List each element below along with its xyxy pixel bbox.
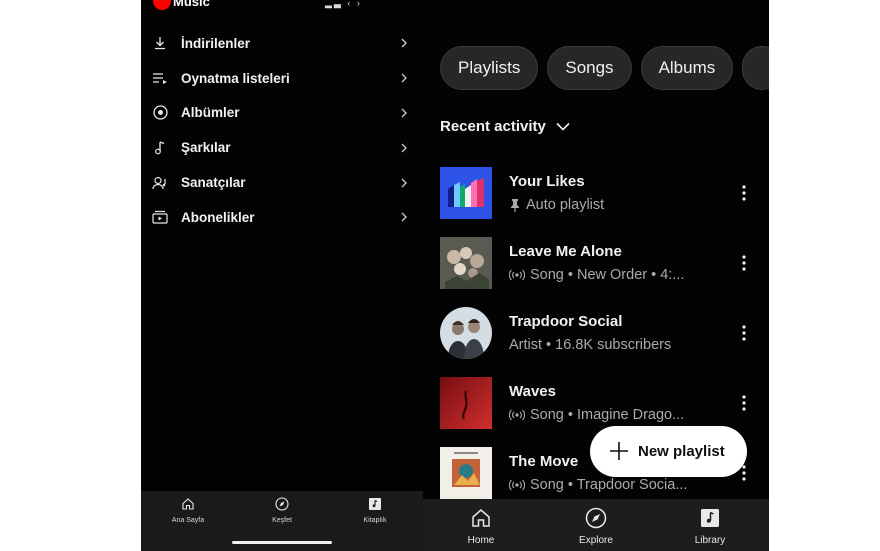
- new-playlist-button[interactable]: New playlist: [590, 426, 747, 477]
- nav-label: Explore: [579, 535, 613, 546]
- item-subtitle-row: Song • New Order • 4:...: [509, 267, 684, 283]
- item-subtitle: Song • Imagine Drago...: [530, 407, 685, 423]
- list-item[interactable]: Leave Me Alone Song • New Order • 4:...: [440, 237, 769, 307]
- nav-label: Library: [694, 535, 726, 546]
- youtube-music-logo[interactable]: [153, 0, 171, 10]
- item-subtitle: Artist • 16.8K subscribers: [509, 337, 672, 353]
- download-icon: [152, 35, 168, 51]
- more-options-icon[interactable]: [740, 394, 748, 412]
- music-note-icon: [152, 140, 168, 156]
- app-name: Music: [173, 0, 210, 9]
- chevron-right-icon: [401, 108, 407, 118]
- chevron-right-icon: [401, 73, 407, 83]
- item-subtitle-row: Song • Trapdoor Socia...: [509, 477, 687, 493]
- nav-explore[interactable]: Explore: [556, 507, 636, 546]
- radio-icon: [509, 479, 525, 491]
- item-subtitle: Auto playlist: [526, 197, 605, 213]
- item-title: Trapdoor Social: [509, 313, 623, 330]
- chevron-right-icon: [401, 178, 407, 188]
- menu-item-label: İndirilenler: [181, 35, 251, 51]
- item-subtitle: Song • New Order • 4:...: [530, 267, 685, 283]
- chip-more[interactable]: [742, 46, 769, 90]
- recent-activity-label: Recent activity: [440, 118, 546, 135]
- nav-library[interactable]: Kitaplık: [345, 497, 405, 524]
- menu-item-label: Abonelikler: [181, 209, 255, 225]
- item-subtitle: Song • Trapdoor Socia...: [530, 477, 688, 493]
- more-options-icon[interactable]: [740, 324, 748, 342]
- item-title: Leave Me Alone: [509, 243, 622, 260]
- artist-icon: [152, 175, 168, 191]
- the-move-thumbnail: [440, 447, 492, 499]
- leave-me-alone-thumbnail: [440, 237, 492, 289]
- menu-item-songs[interactable]: Şarkılar: [141, 130, 423, 165]
- item-title: The Move: [509, 453, 579, 470]
- nav-label: Keşfet: [272, 517, 292, 524]
- left-phone-screen: Music ▂▃ ‹ › İndirilenler Oynatma listel…: [141, 0, 423, 551]
- more-options-icon[interactable]: [740, 184, 748, 202]
- compass-icon: [275, 497, 289, 511]
- chevron-down-icon: [556, 122, 570, 131]
- item-subtitle-row: Auto playlist: [509, 197, 604, 213]
- list-item[interactable]: Your Likes Auto playlist: [440, 167, 769, 237]
- bottom-navigation: Ana Sayfa Keşfet Kitaplık: [141, 491, 423, 551]
- menu-item-subscriptions[interactable]: Abonelikler: [141, 200, 423, 235]
- pin-icon: [511, 199, 519, 212]
- playlist-icon: [152, 70, 168, 86]
- menu-item-label: Sanatçılar: [181, 175, 246, 191]
- library-icon: [369, 498, 381, 510]
- chip-albums[interactable]: Albums: [640, 46, 734, 90]
- menu-item-label: Albümler: [181, 105, 240, 121]
- menu-item-downloads[interactable]: İndirilenler: [141, 26, 423, 61]
- nav-explore[interactable]: Keşfet: [252, 497, 312, 524]
- radio-icon: [509, 409, 525, 421]
- menu-item-albums[interactable]: Albümler: [141, 96, 423, 131]
- more-options-icon[interactable]: [740, 254, 748, 272]
- nav-label: Ana Sayfa: [171, 517, 205, 524]
- nav-home[interactable]: Ana Sayfa: [158, 497, 218, 524]
- chevron-right-icon: [401, 143, 407, 153]
- menu-item-label: Şarkılar: [181, 140, 231, 156]
- screenshot-stage: Music ▂▃ ‹ › İndirilenler Oynatma listel…: [0, 0, 880, 551]
- library-menu: İndirilenler Oynatma listeleri Albümler: [141, 26, 423, 235]
- item-title: Waves: [509, 383, 556, 400]
- top-action-icons[interactable]: ▂▃ ‹ ›: [325, 0, 362, 9]
- menu-item-artists[interactable]: Sanatçılar: [141, 165, 423, 200]
- menu-item-playlists[interactable]: Oynatma listeleri: [141, 61, 423, 96]
- chip-songs[interactable]: Songs: [547, 46, 632, 90]
- home-icon: [472, 509, 490, 527]
- right-phone-screen: Playlists Songs Albums Recent activity Y…: [423, 0, 769, 551]
- subscriptions-icon: [152, 209, 168, 225]
- menu-item-label: Oynatma listeleri: [181, 70, 290, 86]
- recent-activity-sort[interactable]: Recent activity: [440, 118, 570, 135]
- chip-playlists[interactable]: Playlists: [440, 46, 539, 90]
- home-indicator: [232, 541, 332, 544]
- nav-library[interactable]: Library: [670, 507, 750, 546]
- waves-thumbnail: [440, 377, 492, 429]
- compass-icon: [585, 507, 607, 529]
- bottom-navigation: Home Explore Library: [423, 499, 769, 551]
- item-title: Your Likes: [509, 173, 585, 190]
- new-playlist-label: New playlist: [638, 443, 725, 460]
- chevron-right-icon: [401, 38, 407, 48]
- item-subtitle-row: Artist • 16.8K subscribers: [509, 337, 671, 353]
- list-item[interactable]: Trapdoor Social Artist • 16.8K subscribe…: [440, 307, 769, 377]
- radio-icon: [509, 269, 525, 281]
- nav-label: Kitaplık: [363, 517, 387, 524]
- nav-home[interactable]: Home: [441, 507, 521, 546]
- trapdoor-social-avatar: [440, 307, 492, 359]
- plus-icon: [610, 442, 628, 460]
- chevron-right-icon: [401, 212, 407, 222]
- your-likes-thumbnail: [440, 167, 492, 219]
- filter-chips: Playlists Songs Albums: [440, 46, 769, 90]
- home-icon: [182, 498, 194, 510]
- nav-label: Home: [467, 535, 495, 546]
- item-subtitle-row: Song • Imagine Drago...: [509, 407, 684, 423]
- top-bar: Music ▂▃ ‹ ›: [141, 0, 423, 10]
- library-icon: [701, 509, 719, 527]
- album-icon: [152, 105, 168, 121]
